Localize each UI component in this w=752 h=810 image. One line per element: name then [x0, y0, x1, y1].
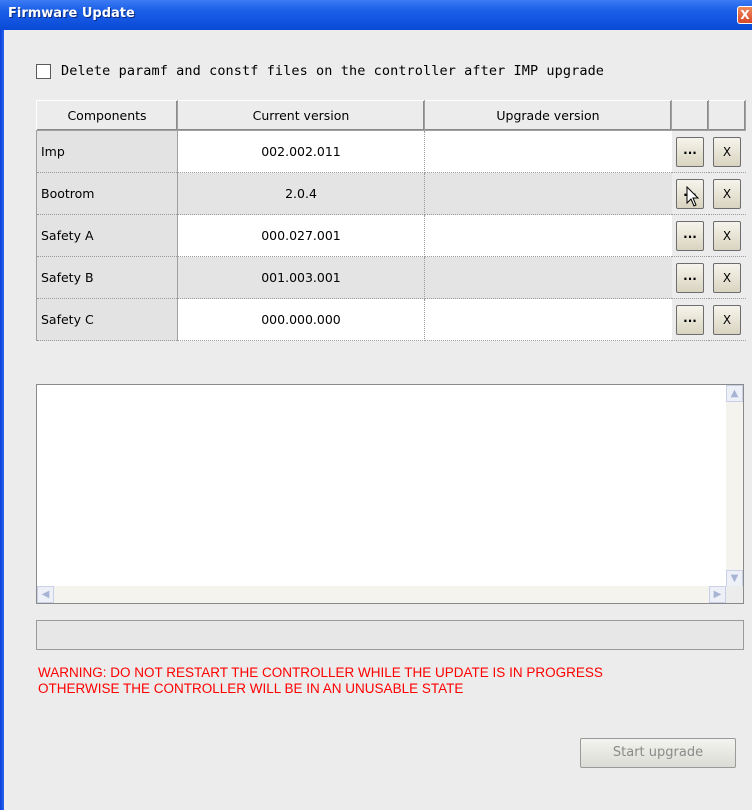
mouse-cursor-icon: [686, 186, 700, 207]
upgrade-version-field[interactable]: [424, 256, 672, 299]
chevron-right-icon[interactable]: ▶: [709, 586, 726, 603]
warning-line-2: OTHERWISE THE CONTROLLER WILL BE IN AN U…: [38, 681, 464, 696]
upgrade-version-field[interactable]: [424, 172, 672, 215]
table-row: Safety C 000.000.000 ... X: [36, 298, 746, 341]
window-title: Firmware Update: [8, 6, 135, 21]
chevron-left-icon[interactable]: ◀: [37, 586, 54, 603]
clear-button[interactable]: X: [713, 304, 741, 335]
start-upgrade-button[interactable]: Start upgrade: [580, 738, 736, 768]
header-browse: [671, 100, 709, 131]
component-name: Safety B: [36, 256, 178, 299]
table-row: Safety A 000.027.001 ... X: [36, 214, 746, 257]
warning-line-1: WARNING: DO NOT RESTART THE CONTROLLER W…: [38, 665, 603, 680]
clear-button[interactable]: X: [713, 220, 741, 251]
table-header-row: Components Current version Upgrade versi…: [36, 100, 746, 131]
current-version: 2.0.4: [177, 172, 425, 215]
header-upgrade-version[interactable]: Upgrade version: [424, 100, 672, 131]
chevron-up-icon[interactable]: ▲: [726, 385, 743, 402]
browse-button[interactable]: ...: [676, 262, 704, 293]
header-current-version[interactable]: Current version: [177, 100, 425, 131]
chevron-down-icon[interactable]: ▼: [726, 570, 743, 587]
components-table: Components Current version Upgrade versi…: [36, 100, 746, 341]
current-version: 001.003.001: [177, 256, 425, 299]
title-bar[interactable]: Firmware Update X: [0, 0, 752, 30]
delete-files-option[interactable]: Delete paramf and constf files on the co…: [36, 62, 604, 80]
clear-button[interactable]: X: [713, 136, 741, 167]
current-version: 002.002.011: [177, 130, 425, 173]
component-name: Imp: [36, 130, 178, 173]
progress-bar: [36, 620, 744, 650]
browse-button[interactable]: ...: [676, 220, 704, 251]
clear-button[interactable]: X: [713, 262, 741, 293]
clear-button[interactable]: X: [713, 178, 741, 209]
table-row: Safety B 001.003.001 ... X: [36, 256, 746, 299]
browse-button[interactable]: ...: [676, 304, 704, 335]
header-components[interactable]: Components: [36, 100, 178, 131]
table-row: Imp 002.002.011 ... X: [36, 130, 746, 173]
delete-files-checkbox[interactable]: [36, 63, 51, 79]
component-name: Safety A: [36, 214, 178, 257]
component-name: Safety C: [36, 298, 178, 341]
close-icon: X: [740, 8, 750, 22]
horizontal-scrollbar[interactable]: ◀ ▶: [37, 586, 726, 603]
browse-button[interactable]: ...: [676, 136, 704, 167]
log-output[interactable]: ▲ ▼ ◀ ▶: [36, 384, 744, 604]
header-clear: [708, 100, 746, 131]
table-row: Bootrom 2.0.4 ... X: [36, 172, 746, 215]
vertical-scrollbar[interactable]: ▲ ▼: [726, 385, 743, 587]
upgrade-version-field[interactable]: [424, 214, 672, 257]
component-name: Bootrom: [36, 172, 178, 215]
current-version: 000.027.001: [177, 214, 425, 257]
delete-files-label[interactable]: Delete paramf and constf files on the co…: [61, 63, 604, 79]
upgrade-version-field[interactable]: [424, 130, 672, 173]
close-button[interactable]: X: [737, 6, 752, 24]
warning-message: WARNING: DO NOT RESTART THE CONTROLLER W…: [38, 665, 603, 697]
current-version: 000.000.000: [177, 298, 425, 341]
upgrade-version-field[interactable]: [424, 298, 672, 341]
scrollbar-corner: [726, 586, 743, 603]
